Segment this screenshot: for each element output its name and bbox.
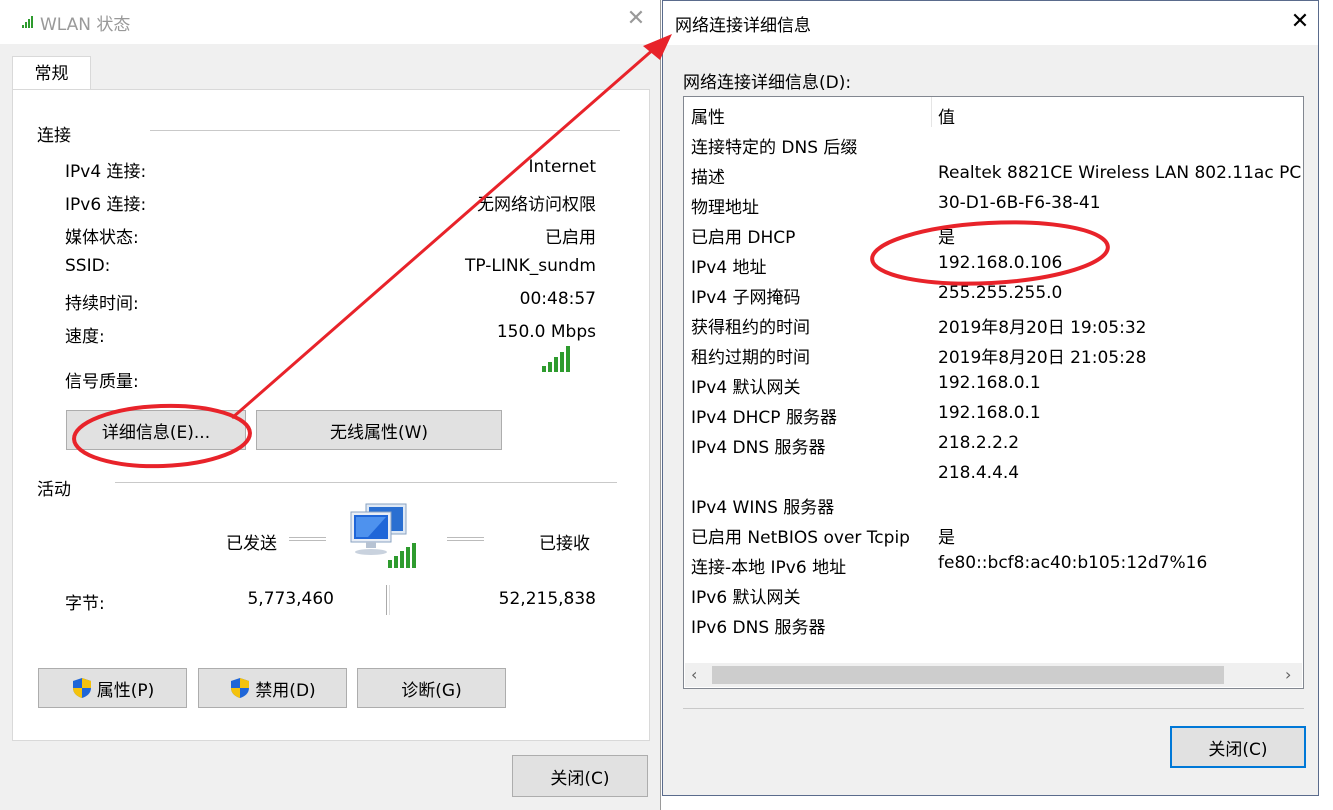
annotation-circle-details (72, 403, 252, 469)
annotation-overlay (72, 34, 1110, 469)
annotation-circle-ipv4 (870, 220, 1110, 286)
annotation-arrow (231, 46, 656, 420)
